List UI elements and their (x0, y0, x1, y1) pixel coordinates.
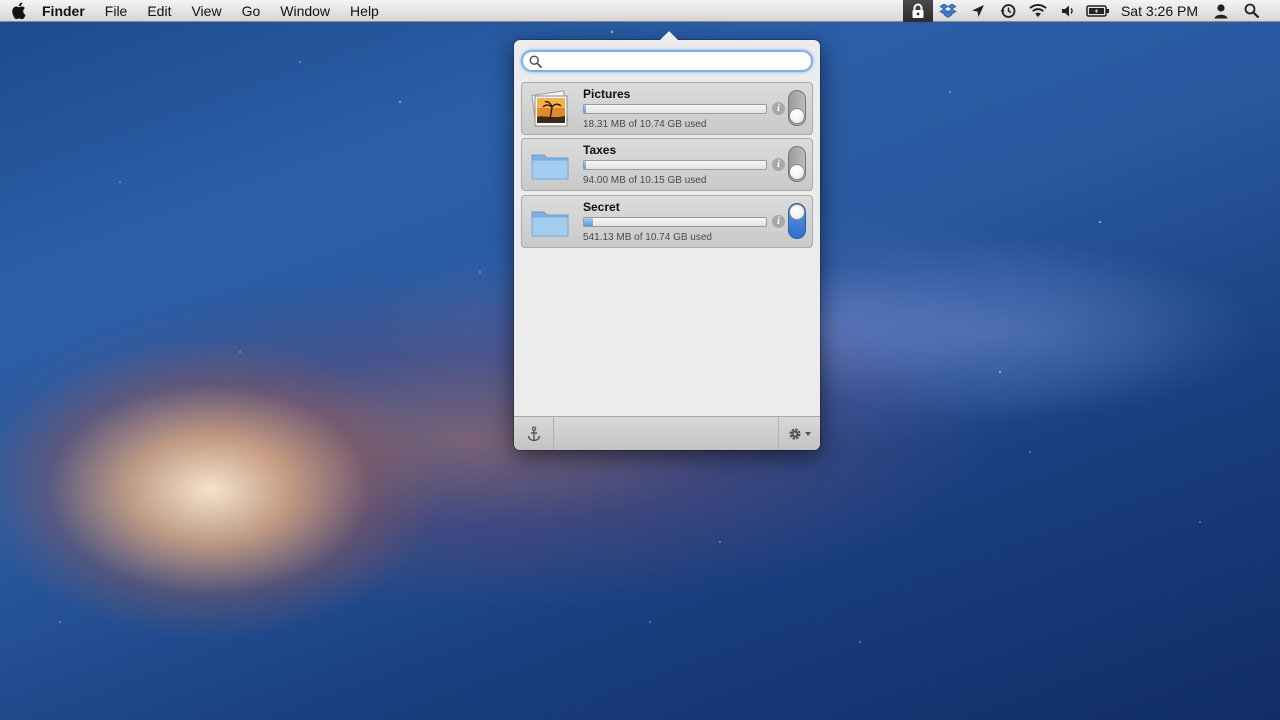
info-icon[interactable]: i (772, 102, 785, 115)
time-machine-icon (1000, 3, 1016, 18)
usage-bar (583, 217, 767, 227)
menu-help[interactable]: Help (340, 0, 389, 22)
user-icon (1214, 3, 1228, 18)
dropbox-menu-extra[interactable] (933, 0, 963, 22)
menu-view[interactable]: View (181, 0, 231, 22)
folder-icon (530, 145, 570, 185)
usage-text: 94.00 MB of 10.15 GB used (583, 175, 707, 186)
vault-popover: Pictures 18.31 MB of 10.74 GB used i Tax… (514, 31, 820, 450)
info-icon[interactable]: i (772, 215, 785, 228)
mount-toggle[interactable] (788, 90, 806, 126)
menu-clock[interactable]: Sat 3:26 PM (1113, 0, 1206, 22)
wifi-menu-extra[interactable] (1023, 0, 1053, 22)
menu-window[interactable]: Window (270, 0, 340, 22)
search-icon (529, 54, 542, 68)
popover-arrow (659, 31, 679, 41)
usage-fill (584, 218, 594, 226)
search-input[interactable] (546, 53, 811, 69)
vault-name: Taxes (583, 143, 617, 157)
popover-toolbar (514, 416, 820, 450)
vault-name: Pictures (583, 87, 631, 101)
settings-menu-button[interactable] (778, 417, 820, 450)
mount-toggle[interactable] (788, 146, 806, 182)
battery-menu-extra[interactable] (1083, 0, 1113, 22)
vault-row-taxes[interactable]: Taxes 94.00 MB of 10.15 GB used i (521, 138, 813, 191)
vault-row-pictures[interactable]: Pictures 18.31 MB of 10.74 GB used i (521, 82, 813, 135)
vault-name: Secret (583, 200, 620, 214)
folder-icon (530, 202, 570, 242)
usage-fill (584, 161, 587, 169)
dropbox-icon (939, 3, 957, 18)
menu-finder[interactable]: Finder (36, 0, 95, 22)
usage-fill (584, 105, 587, 113)
usage-bar (583, 104, 767, 114)
usage-text: 18.31 MB of 10.74 GB used (583, 119, 707, 130)
status-area: Sat 3:26 PM (902, 0, 1280, 22)
photo-icon (530, 89, 570, 129)
menu-bar: Finder File Edit View Go Window Help Sat… (0, 0, 1280, 22)
vault-row-secret[interactable]: Secret 541.13 MB of 10.74 GB used i (521, 195, 813, 248)
search-field[interactable] (521, 50, 813, 72)
location-menu-extra[interactable] (963, 0, 993, 22)
lock-icon (912, 3, 924, 18)
battery-icon (1086, 4, 1109, 17)
gear-icon (788, 427, 801, 440)
mount-toggle[interactable] (788, 203, 806, 239)
volume-menu-extra[interactable] (1053, 0, 1083, 22)
toggle-knob (789, 204, 805, 220)
toggle-knob (789, 108, 805, 124)
lock-menu-extra[interactable] (902, 0, 933, 22)
location-icon (971, 4, 984, 17)
user-menu-extra[interactable] (1206, 0, 1236, 22)
toggle-knob (789, 164, 805, 180)
chevron-down-icon (804, 431, 811, 436)
menu-file[interactable]: File (95, 0, 138, 22)
wifi-icon (1029, 4, 1047, 17)
spotlight-menu-extra[interactable] (1236, 0, 1266, 22)
usage-bar (583, 160, 767, 170)
anchor-icon (527, 426, 540, 441)
usage-text: 541.13 MB of 10.74 GB used (583, 232, 712, 243)
time-machine-menu-extra[interactable] (993, 0, 1023, 22)
apple-menu[interactable] (0, 0, 36, 22)
info-icon[interactable]: i (772, 158, 785, 171)
menu-go[interactable]: Go (232, 0, 271, 22)
spotlight-icon (1244, 3, 1259, 18)
detach-button[interactable] (514, 417, 554, 450)
apple-icon (11, 2, 26, 19)
volume-icon (1061, 5, 1073, 16)
menu-edit[interactable]: Edit (137, 0, 181, 22)
